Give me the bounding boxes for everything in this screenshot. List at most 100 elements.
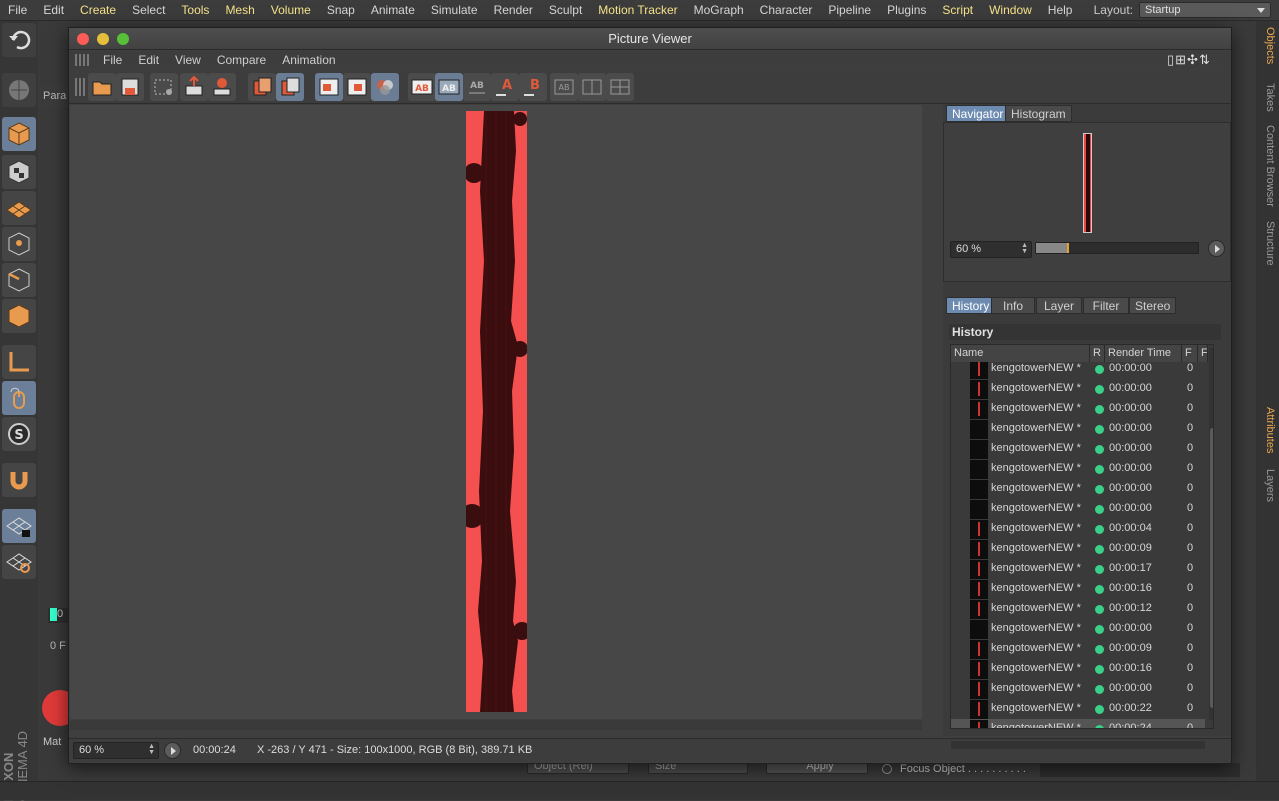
material-ball[interactable] bbox=[40, 690, 68, 730]
history-row[interactable]: kengotowerNEW * 00:00:24 0 bbox=[951, 719, 1205, 728]
canvas-scrollbar[interactable] bbox=[70, 720, 922, 730]
tweak-mode-icon[interactable] bbox=[2, 381, 36, 415]
minimize-window-button[interactable] bbox=[97, 33, 109, 45]
ab-swap-icon[interactable]: AB bbox=[463, 73, 491, 101]
menu-animate[interactable]: Animate bbox=[363, 3, 423, 17]
navigator-preview[interactable]: 60 % ▲ ▼ bbox=[943, 122, 1231, 282]
dock-tab-structure[interactable]: Structure bbox=[1259, 221, 1276, 281]
col-render-status[interactable]: R bbox=[1090, 345, 1105, 362]
history-row[interactable]: kengotowerNEW * 00:00:16 0 bbox=[951, 579, 1205, 599]
viewer-menu-compare[interactable]: Compare bbox=[209, 53, 274, 67]
save-file-icon[interactable] bbox=[116, 73, 144, 101]
copy-settings-icon[interactable] bbox=[150, 73, 178, 101]
undo-icon[interactable] bbox=[2, 23, 36, 57]
axis-icon[interactable] bbox=[2, 345, 36, 379]
tab-navigator[interactable]: Navigator bbox=[946, 105, 1010, 122]
history-row[interactable]: kengotowerNEW * 00:00:17 0 bbox=[951, 559, 1205, 579]
dock-tab-content-browser[interactable]: Content Browser bbox=[1259, 125, 1276, 220]
lock-workplane-icon[interactable] bbox=[2, 509, 36, 543]
solo-icon[interactable]: S bbox=[2, 417, 36, 451]
history-row[interactable]: kengotowerNEW * 00:00:22 0 bbox=[951, 699, 1205, 719]
viewer-menu-view[interactable]: View bbox=[167, 53, 209, 67]
history-row[interactable]: kengotowerNEW * 00:00:09 0 bbox=[951, 639, 1205, 659]
tab-info[interactable]: Info bbox=[991, 297, 1035, 314]
ab-overlay-icon[interactable] bbox=[578, 73, 606, 101]
ab-grid-icon[interactable] bbox=[606, 73, 634, 101]
history-scrollbar[interactable] bbox=[1209, 348, 1213, 720]
navigator-zoom-field[interactable]: 60 % ▲ ▼ bbox=[950, 241, 1032, 258]
status-zoom-field[interactable]: 60 % ▲ ▼ bbox=[73, 742, 159, 759]
polygons-mode-icon[interactable] bbox=[2, 299, 36, 333]
history-row[interactable]: kengotowerNEW * 00:00:00 0 bbox=[951, 619, 1205, 639]
history-row[interactable]: kengotowerNEW * 00:00:09 0 bbox=[951, 539, 1205, 559]
menu-render[interactable]: Render bbox=[486, 3, 541, 17]
navigator-play-button[interactable] bbox=[1208, 240, 1225, 257]
menu-script[interactable]: Script bbox=[934, 3, 981, 17]
menu-character[interactable]: Character bbox=[752, 3, 821, 17]
dock-tab-attributes[interactable]: Attributes bbox=[1259, 407, 1276, 467]
channels-icon[interactable] bbox=[371, 73, 399, 101]
history-row[interactable]: kengotowerNEW * 00:00:00 0 bbox=[951, 499, 1205, 519]
image-canvas[interactable] bbox=[70, 105, 922, 719]
menu-edit[interactable]: Edit bbox=[35, 3, 72, 17]
history-row[interactable]: kengotowerNEW * 00:00:04 0 bbox=[951, 519, 1205, 539]
model-mode-icon[interactable] bbox=[2, 117, 36, 151]
menu-mesh[interactable]: Mesh bbox=[217, 3, 262, 17]
zoom-window-button[interactable] bbox=[117, 33, 129, 45]
menu-simulate[interactable]: Simulate bbox=[423, 3, 486, 17]
history-row[interactable]: kengotowerNEW * 00:00:12 0 bbox=[951, 599, 1205, 619]
dock-tab-layers[interactable]: Layers bbox=[1259, 469, 1276, 517]
window-titlebar[interactable]: Picture Viewer bbox=[69, 28, 1231, 50]
close-window-button[interactable] bbox=[77, 33, 89, 45]
tab-filter[interactable]: Filter bbox=[1083, 297, 1129, 314]
open-file-icon[interactable] bbox=[88, 73, 116, 101]
menu-snap[interactable]: Snap bbox=[319, 3, 363, 17]
dock-tab-objects[interactable]: Objects bbox=[1259, 27, 1276, 87]
viewer-menu-edit[interactable]: Edit bbox=[130, 53, 167, 67]
workplane-icon[interactable] bbox=[2, 191, 36, 225]
set-b-icon[interactable]: B bbox=[519, 73, 547, 101]
ab-diff-icon[interactable]: AB bbox=[550, 73, 578, 101]
col-name[interactable]: Name bbox=[951, 345, 1090, 362]
set-a-icon[interactable]: A bbox=[491, 73, 519, 101]
remove-all-images-icon[interactable] bbox=[276, 73, 304, 101]
remove-image-icon[interactable] bbox=[248, 73, 276, 101]
history-row[interactable]: kengotowerNEW * 00:00:00 0 bbox=[951, 362, 1205, 379]
menu-motion-tracker[interactable]: Motion Tracker bbox=[590, 3, 685, 17]
menu-plugins[interactable]: Plugins bbox=[879, 3, 934, 17]
history-row[interactable]: kengotowerNEW * 00:00:00 0 bbox=[951, 459, 1205, 479]
dock-tab-takes[interactable]: Takes bbox=[1259, 83, 1276, 123]
tab-layer[interactable]: Layer bbox=[1036, 297, 1082, 314]
tab-history[interactable]: History bbox=[946, 297, 996, 314]
history-row[interactable]: kengotowerNEW * 00:00:16 0 bbox=[951, 659, 1205, 679]
menu-select[interactable]: Select bbox=[124, 3, 173, 17]
col-render-time[interactable]: Render Time bbox=[1105, 345, 1182, 362]
attributes-para-tab[interactable]: Para bbox=[38, 86, 68, 108]
region-render-icon[interactable] bbox=[315, 73, 343, 101]
menu-help[interactable]: Help bbox=[1040, 3, 1081, 17]
layout-select[interactable]: Startup bbox=[1139, 2, 1271, 18]
texture-mode-icon[interactable] bbox=[2, 155, 36, 189]
ab-split-icon[interactable]: AB bbox=[435, 73, 463, 101]
menu-window[interactable]: Window bbox=[981, 3, 1040, 17]
col-extra[interactable]: F bbox=[1198, 345, 1208, 362]
history-row[interactable]: kengotowerNEW * 00:00:00 0 bbox=[951, 399, 1205, 419]
menu-mograph[interactable]: MoGraph bbox=[686, 3, 752, 17]
tab-stereo[interactable]: Stereo bbox=[1129, 297, 1176, 314]
edges-mode-icon[interactable] bbox=[2, 263, 36, 297]
status-play-button[interactable] bbox=[164, 742, 181, 759]
live-selection-icon[interactable] bbox=[2, 73, 36, 107]
menu-tools[interactable]: Tools bbox=[173, 3, 217, 17]
menu-sculpt[interactable]: Sculpt bbox=[541, 3, 590, 17]
history-row[interactable]: kengotowerNEW * 00:00:00 0 bbox=[951, 679, 1205, 699]
col-frame[interactable]: F bbox=[1182, 345, 1198, 362]
region-render-copy-icon[interactable] bbox=[343, 73, 371, 101]
menu-pipeline[interactable]: Pipeline bbox=[820, 3, 879, 17]
export-up-icon[interactable] bbox=[180, 73, 208, 101]
tab-histogram[interactable]: Histogram bbox=[1005, 105, 1072, 122]
history-row[interactable]: kengotowerNEW * 00:00:00 0 bbox=[951, 379, 1205, 399]
frame-field[interactable]: 0 F bbox=[50, 640, 68, 655]
history-hscrollbar[interactable] bbox=[951, 741, 1205, 749]
viewer-menu-file[interactable]: File bbox=[95, 53, 130, 67]
snap-magnet-icon[interactable] bbox=[2, 463, 36, 497]
